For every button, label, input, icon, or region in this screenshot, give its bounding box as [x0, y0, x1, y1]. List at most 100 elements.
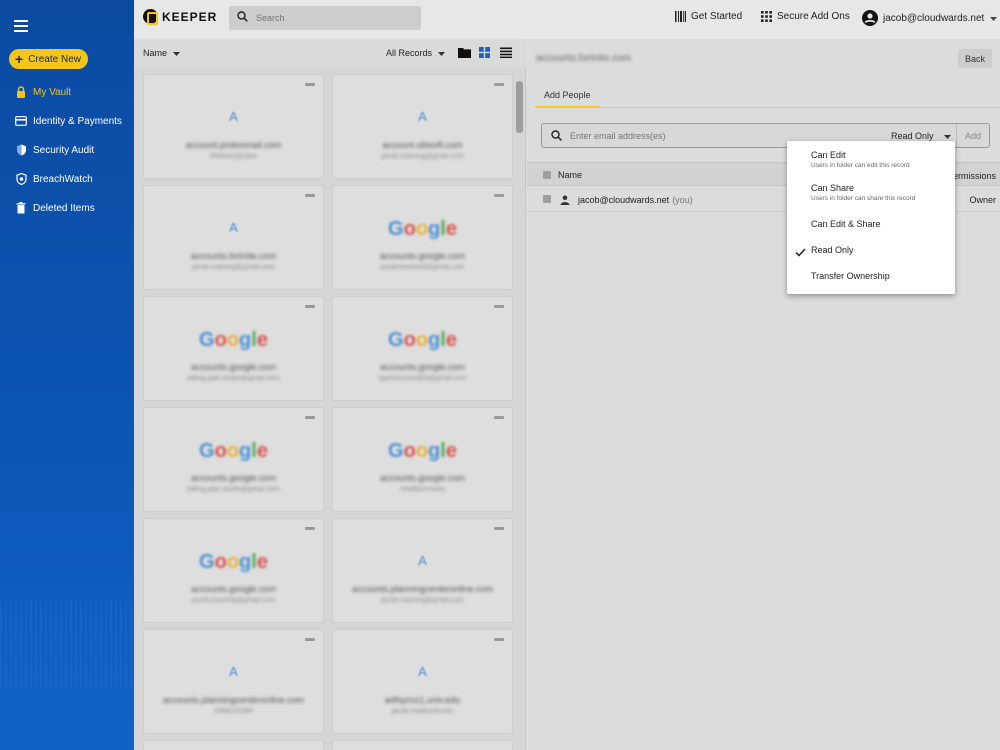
more-options-icon[interactable] — [494, 83, 504, 86]
folder-view-icon[interactable] — [458, 47, 471, 58]
scrollbar-thumb[interactable] — [516, 81, 523, 133]
email-input[interactable] — [570, 130, 870, 141]
menu-item-read-only[interactable]: Read Only — [787, 245, 955, 257]
record-subtitle: lfhelsoeyfjnskis — [209, 153, 258, 160]
more-options-icon[interactable] — [494, 416, 504, 419]
secure-add-ons-button[interactable]: Secure Add Ons — [761, 11, 850, 22]
records-toolbar: Name All Records — [134, 39, 526, 69]
record-title: accounts.google.com — [379, 473, 466, 483]
record-card[interactable]: Google accounts.google.com Igamessound03… — [332, 296, 513, 401]
sort-by-name-button[interactable]: Name — [143, 48, 180, 58]
record-logo: A — [229, 109, 238, 124]
keeper-logo[interactable]: KEEPER — [143, 9, 217, 25]
member-permission: Owner — [969, 195, 996, 205]
record-filter-dropdown[interactable]: All Records — [386, 48, 445, 58]
more-options-icon[interactable] — [305, 194, 315, 197]
record-title: accounts.google.com — [190, 584, 277, 594]
record-card[interactable] — [143, 740, 324, 750]
back-button[interactable]: Back — [958, 49, 992, 68]
record-title: adfsprox1.unlv.edu — [384, 695, 461, 705]
account-menu[interactable]: jacob@cloudwards.net — [862, 10, 998, 26]
record-subtitle: smallauroraws — [399, 486, 446, 493]
list-view-icon[interactable] — [500, 47, 513, 58]
tab-divider — [535, 107, 1000, 108]
record-card[interactable]: A adfsprox1.unlv.edu jacob.roa@unlv.edu — [332, 629, 513, 734]
record-card[interactable]: Google accounts.google.com smallauroraws — [332, 407, 513, 512]
menu-item-label: Read Only — [811, 245, 854, 255]
record-subtitle: jacob.roaming@gmail.com — [192, 597, 275, 604]
google-logo: Google — [388, 218, 457, 240]
sidebar-item-label: My Vault — [33, 86, 72, 98]
create-new-button[interactable]: + Create New — [9, 49, 88, 69]
record-subtitle: billing.jake.studio@gmail.com — [187, 486, 280, 493]
record-card[interactable]: Google accounts.google.com billing.jake.… — [143, 407, 324, 512]
row-checkbox[interactable] — [543, 195, 551, 203]
record-card[interactable]: A account.ubisoft.com jacob.roaming@gmai… — [332, 74, 513, 179]
record-card[interactable]: A accounts.fortnite.com jacob.roaming@gm… — [143, 185, 324, 290]
shield-icon — [15, 144, 27, 156]
sort-label: Name — [143, 48, 168, 58]
more-options-icon[interactable] — [305, 83, 315, 86]
lock-icon — [15, 86, 27, 98]
more-options-icon[interactable] — [494, 527, 504, 530]
menu-item-can-edit-share[interactable]: Can Edit & Share — [787, 219, 955, 229]
sidebar: + Create New My Vault Identity & Payment… — [0, 0, 134, 750]
record-card[interactable]: A account.protonmail.com lfhelsoeyfjnski… — [143, 74, 324, 179]
view-toggle — [458, 47, 513, 58]
search-input[interactable] — [256, 13, 406, 23]
more-options-icon[interactable] — [494, 638, 504, 641]
grid-view-icon[interactable] — [479, 47, 492, 58]
column-name[interactable]: Name — [558, 170, 582, 180]
record-subtitle: billing.jake.studio@gmail.com — [187, 375, 280, 382]
sidebar-item-identity-payments[interactable]: Identity & Payments — [15, 115, 122, 127]
record-card[interactable] — [332, 740, 513, 750]
menu-icon[interactable] — [14, 20, 28, 32]
get-started-button[interactable]: Get Started — [675, 11, 742, 22]
record-subtitle: jacob.roaming@gmail.com — [192, 264, 275, 271]
more-options-icon[interactable] — [494, 194, 504, 197]
top-bar: KEEPER Get Started Secure Add Ons jacob@… — [134, 0, 1000, 39]
permission-dropdown[interactable]: Read Only — [891, 131, 952, 141]
record-title: accounts.planningcenteronline.com — [162, 695, 305, 705]
barcode-icon — [675, 11, 686, 22]
sidebar-item-label: BreachWatch — [33, 173, 93, 185]
more-options-icon[interactable] — [305, 305, 315, 308]
add-button[interactable]: Add — [956, 124, 989, 147]
record-logo: A — [229, 664, 238, 679]
menu-item-label: Can Edit & Share — [811, 219, 881, 229]
more-options-icon[interactable] — [305, 638, 315, 641]
more-options-icon[interactable] — [305, 416, 315, 419]
sidebar-item-security-audit[interactable]: Security Audit — [15, 144, 94, 156]
record-card[interactable]: Google accounts.google.com billing.jake.… — [143, 296, 324, 401]
more-options-icon[interactable] — [305, 527, 315, 530]
search-icon — [237, 11, 248, 25]
record-title: accounts.fortnite.com — [190, 251, 277, 261]
select-all-checkbox[interactable] — [543, 171, 551, 179]
menu-item-label: Transfer Ownership — [811, 271, 890, 281]
breachwatch-icon — [15, 173, 27, 185]
record-card[interactable]: A accounts.planningcenteronline.com jaco… — [332, 518, 513, 623]
menu-item-label: Can Share — [811, 183, 855, 193]
sidebar-item-deleted-items[interactable]: Deleted Items — [15, 202, 95, 214]
record-card[interactable]: Google accounts.google.com purpleoverlor… — [332, 185, 513, 290]
menu-item-can-share[interactable]: Can Share Users in folder can share this… — [787, 183, 955, 202]
sidebar-item-breachwatch[interactable]: BreachWatch — [15, 173, 93, 185]
search-bar[interactable] — [229, 6, 421, 30]
sidebar-item-label: Deleted Items — [33, 202, 95, 214]
record-title: accounts.planningcenteronline.com — [351, 584, 494, 594]
menu-item-can-edit[interactable]: Can Edit Users in folder can edit this r… — [787, 150, 955, 169]
sidebar-item-label: Security Audit — [33, 144, 95, 156]
more-options-icon[interactable] — [494, 305, 504, 308]
tab-add-people[interactable]: Add People — [535, 84, 600, 108]
record-card[interactable]: Google accounts.google.com jacob.roaming… — [143, 518, 324, 623]
record-logo: A — [418, 109, 427, 124]
record-title: accounts.google.com — [379, 362, 466, 372]
record-card[interactable]: A accounts.planningcenteronline.com 2066… — [143, 629, 324, 734]
permission-menu: Can Edit Users in folder can edit this r… — [787, 141, 955, 294]
sidebar-item-my-vault[interactable]: My Vault — [15, 86, 71, 98]
chevron-down-icon — [437, 52, 445, 56]
menu-item-transfer-ownership[interactable]: Transfer Ownership — [787, 271, 955, 281]
chevron-down-icon — [172, 52, 180, 56]
member-email: jacob@cloudwards.net (you) — [578, 195, 693, 205]
member-email-text: jacob@cloudwards.net — [578, 195, 670, 205]
